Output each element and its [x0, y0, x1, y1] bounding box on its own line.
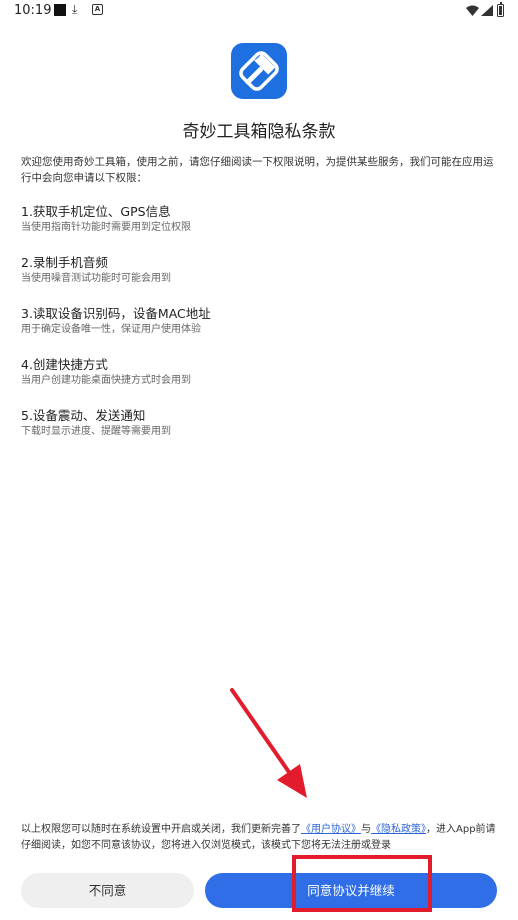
privacy-policy-link[interactable]: 《隐私政策》	[371, 824, 426, 835]
permission-title: 2.录制手机音频	[21, 255, 108, 270]
agreement-notice: 以上权限您可以随时在系统设置中开启或关闭，我们更新完善了《用户协议》与《隐私政策…	[21, 822, 501, 854]
permission-item: 1.获取手机定位、GPS信息 当使用指南针功能时需要用到定位权限	[21, 203, 501, 254]
wifi-icon	[466, 5, 479, 16]
permission-desc: 当用户创建功能桌面快捷方式时会用到	[21, 375, 191, 386]
permission-title: 4.创建快捷方式	[21, 357, 108, 372]
notice-text: 与	[361, 824, 371, 835]
permission-desc: 当使用指南针功能时需要用到定位权限	[21, 222, 191, 233]
notice-text: 以上权限您可以随时在系统设置中开启或关闭，我们更新完善了	[21, 824, 301, 835]
battery-icon	[497, 1, 504, 17]
permission-desc: 用于确定设备唯一性，保证用户使用体验	[21, 324, 201, 335]
permission-title: 3.读取设备识别码，设备MAC地址	[21, 306, 211, 321]
annotation-highlight-box	[292, 855, 432, 912]
permission-desc: 下载时显示进度、提醒等需要用到	[21, 426, 171, 437]
notification-square-icon	[54, 4, 66, 16]
signal-icon	[481, 5, 493, 16]
status-time: 10:19	[14, 3, 52, 18]
battery-level	[499, 5, 502, 15]
font-a-icon: A	[92, 4, 103, 15]
permission-item: 5.设备震动、发送通知 下载时显示进度、提醒等需要用到	[21, 407, 501, 458]
permission-intro-text: 欢迎您使用奇妙工具箱，使用之前，请您仔细阅读一下权限说明，为提供某些服务，我们可…	[21, 156, 494, 184]
permission-list: 1.获取手机定位、GPS信息 当使用指南针功能时需要用到定位权限 2.录制手机音…	[21, 203, 501, 458]
permission-item: 2.录制手机音频 当使用噪音测试功能时可能会用到	[21, 254, 501, 305]
permission-item: 3.读取设备识别码，设备MAC地址 用于确定设备唯一性，保证用户使用体验	[21, 305, 501, 356]
permission-title: 5.设备震动、发送通知	[21, 408, 146, 423]
user-agreement-link[interactable]: 《用户协议》	[301, 824, 361, 835]
permission-item: 4.创建快捷方式 当用户创建功能桌面快捷方式时会用到	[21, 356, 501, 407]
app-logo	[231, 43, 287, 99]
dialog-title: 奇妙工具箱隐私条款	[182, 122, 336, 142]
decline-button[interactable]: 不同意	[21, 873, 194, 908]
download-icon: ⤓	[72, 2, 78, 16]
permission-title: 1.获取手机定位、GPS信息	[21, 204, 171, 219]
status-bar: 10:19 ⤓ A	[0, 0, 518, 22]
hammer-tool-icon	[239, 51, 279, 91]
permission-desc: 当使用噪音测试功能时可能会用到	[21, 273, 171, 284]
